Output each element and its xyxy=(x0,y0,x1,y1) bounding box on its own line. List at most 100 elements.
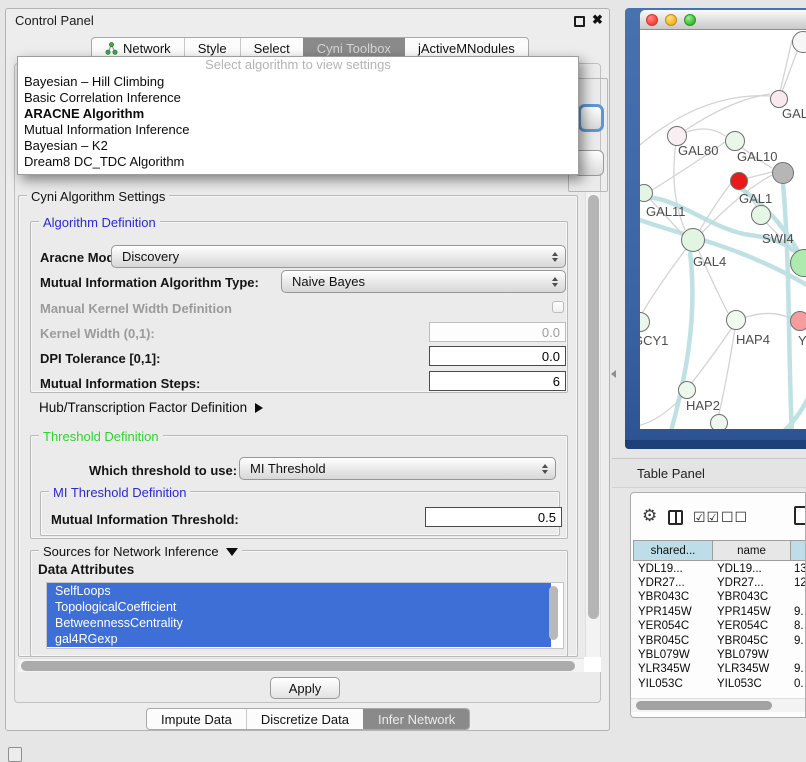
minimized-panel-icon[interactable] xyxy=(8,747,22,762)
tab-discretize-data[interactable]: Discretize Data xyxy=(246,709,363,729)
tab-infer-network-label: Infer Network xyxy=(378,712,455,727)
tab-impute-data[interactable]: Impute Data xyxy=(147,709,246,729)
settings-horizontal-scrollbar[interactable] xyxy=(18,658,584,672)
mi-threshold-field[interactable] xyxy=(425,507,562,527)
select-all-checkboxes-icon[interactable]: ☑☑ xyxy=(693,509,720,526)
list-item[interactable]: BetweennessCentrality xyxy=(47,615,551,631)
mi-threshold-definition-title: MI Threshold Definition xyxy=(49,485,190,500)
settings-vertical-scrollbar[interactable] xyxy=(585,192,601,657)
aracne-mode-combobox[interactable]: Discovery xyxy=(111,245,566,268)
scrollbar-corner xyxy=(584,657,601,672)
node-label: HAP4 xyxy=(736,332,770,347)
mi-steps-field[interactable] xyxy=(429,371,566,391)
network-node-swi4[interactable] xyxy=(751,205,771,225)
sources-group: Sources for Network Inference Data Attri… xyxy=(30,550,568,657)
apply-button[interactable]: Apply xyxy=(270,677,340,699)
menu-item-algorithm[interactable]: Bayesian – K2 xyxy=(18,138,578,154)
cell: YDL19... xyxy=(638,563,683,575)
menu-item-algorithm[interactable]: Basic Correlation Inference xyxy=(18,90,578,106)
cell: YIL053C xyxy=(717,678,762,687)
network-canvas[interactable]: GAL GAL80 GAL10 GAL1 GAL11 SWI4 GAL4 GCY… xyxy=(640,30,806,429)
attributes-scrollbar-thumb[interactable] xyxy=(549,586,558,640)
cell: 8. xyxy=(794,620,804,632)
node-label: GAL1 xyxy=(739,191,772,206)
export-table-icon[interactable] xyxy=(794,506,806,525)
threshold-definition-group: Threshold Definition Which threshold to … xyxy=(30,435,568,539)
cell: YDR27... xyxy=(717,577,764,589)
which-threshold-combobox[interactable]: MI Threshold xyxy=(239,457,556,480)
mi-threshold-label: Mutual Information Threshold: xyxy=(51,512,239,527)
network-node[interactable] xyxy=(710,414,728,429)
combo-arrows-icon xyxy=(552,252,558,262)
dpi-tolerance-field[interactable] xyxy=(429,346,566,366)
data-attributes-list[interactable]: SelfLoops TopologicalCoefficient Between… xyxy=(46,582,564,649)
network-node-gal1-red[interactable] xyxy=(730,172,748,190)
network-node-gal10[interactable] xyxy=(725,131,745,151)
tab-cyni-toolbox-label: Cyni Toolbox xyxy=(317,41,391,56)
cell: 9. xyxy=(794,663,804,675)
network-node-salmon[interactable] xyxy=(790,311,806,331)
combo-arrows-icon xyxy=(552,277,558,287)
settings-vertical-scrollbar-thumb[interactable] xyxy=(588,195,599,619)
node-label: Y xyxy=(798,333,806,348)
which-threshold-label: Which threshold to use: xyxy=(89,463,237,478)
tab-discretize-data-label: Discretize Data xyxy=(261,712,349,727)
gear-icon[interactable]: ⚙ xyxy=(642,507,657,524)
sources-toggle[interactable]: Sources for Network Inference xyxy=(39,544,242,559)
column-header-shared[interactable]: shared... xyxy=(633,540,713,561)
application-root: Control Panel ✖ Network Style Select Cyn… xyxy=(0,0,806,762)
kernel-width-field[interactable] xyxy=(429,322,566,342)
table-horizontal-scrollbar-thumb[interactable] xyxy=(636,701,772,710)
collapse-arrow-icon xyxy=(226,548,238,556)
node-label: GAL80 xyxy=(678,143,718,158)
node-label: GAL11 xyxy=(646,204,686,219)
cell: YER054C xyxy=(638,620,689,632)
cell: 13 xyxy=(794,563,806,575)
panel-splitter-handle[interactable] xyxy=(611,370,616,378)
minimize-window-icon[interactable] xyxy=(665,14,677,26)
expand-arrow-icon xyxy=(255,403,263,413)
which-threshold-value: MI Threshold xyxy=(250,461,536,476)
zoom-window-icon[interactable] xyxy=(684,14,696,26)
mi-threshold-definition-group: MI Threshold Definition Mutual Informati… xyxy=(40,491,560,536)
list-item[interactable]: SelfLoops xyxy=(47,583,551,599)
combo-arrows-icon xyxy=(542,464,548,474)
close-window-icon[interactable] xyxy=(646,14,658,26)
menu-item-algorithm[interactable]: Dream8 DC_TDC Algorithm xyxy=(18,154,578,170)
menu-item-algorithm[interactable]: Bayesian – Hill Climbing xyxy=(18,74,578,90)
tab-style-label: Style xyxy=(198,41,227,56)
dpi-tolerance-label: DPI Tolerance [0,1]: xyxy=(40,351,160,366)
columns-icon[interactable] xyxy=(668,510,683,525)
hub-definition-label: Hub/Transcription Factor Definition xyxy=(39,400,247,415)
algorithm-dropdown-popup: Select algorithm to view settings Bayesi… xyxy=(17,56,579,175)
tab-select-label: Select xyxy=(254,41,290,56)
network-window-bottom-edge xyxy=(625,440,806,449)
network-node-hap4[interactable] xyxy=(726,310,746,330)
manual-kernel-width-checkbox[interactable] xyxy=(552,301,564,313)
close-panel-icon[interactable]: ✖ xyxy=(592,12,603,28)
mi-algorithm-type-combobox[interactable]: Naive Bayes xyxy=(281,270,566,293)
tab-infer-network[interactable]: Infer Network xyxy=(363,709,469,729)
node-label: HAP2 xyxy=(686,398,720,413)
settings-horizontal-scrollbar-thumb[interactable] xyxy=(21,661,575,671)
algorithm-definition-title: Algorithm Definition xyxy=(39,215,160,230)
cell: YBL079W xyxy=(638,649,690,661)
list-item[interactable]: gal4RGexp xyxy=(47,631,551,647)
dpi-tolerance-field-wrap xyxy=(429,346,566,366)
network-node-gray[interactable] xyxy=(772,162,794,184)
network-node-gal4[interactable] xyxy=(681,228,705,252)
network-node-hap2[interactable] xyxy=(678,381,696,399)
column-header-cut[interactable] xyxy=(790,540,806,561)
column-header-name[interactable]: name xyxy=(712,540,791,561)
hub-definition-toggle[interactable]: Hub/Transcription Factor Definition xyxy=(39,400,263,415)
network-window-titlebar[interactable] xyxy=(640,10,806,30)
column-header-shared-label: shared... xyxy=(651,545,696,557)
cell: YDR27... xyxy=(638,577,685,589)
float-panel-icon[interactable] xyxy=(574,16,585,27)
deselect-all-checkboxes-icon[interactable]: ☐☐ xyxy=(721,509,748,526)
list-item[interactable]: TopologicalCoefficient xyxy=(47,599,551,615)
menu-item-algorithm[interactable]: Mutual Information Inference xyxy=(18,122,578,138)
table-horizontal-scrollbar[interactable] xyxy=(631,698,806,712)
menu-item-algorithm-selected[interactable]: ARACNE Algorithm xyxy=(18,106,578,122)
mi-steps-label: Mutual Information Steps: xyxy=(40,376,200,391)
